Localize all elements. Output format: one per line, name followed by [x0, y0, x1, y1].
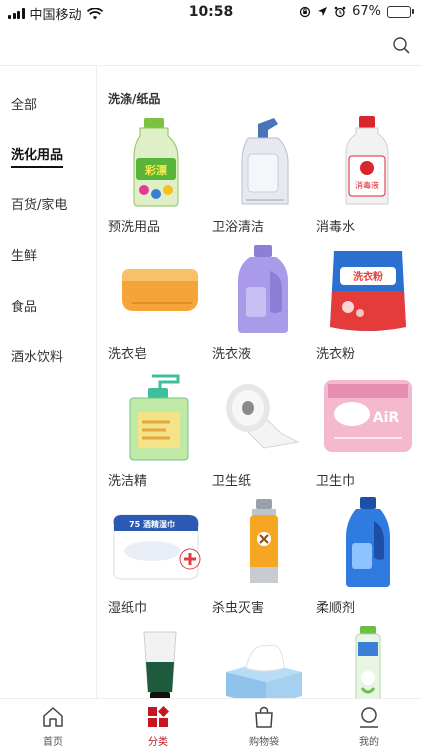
section-title: 洗涤/纸品 — [108, 92, 161, 106]
alarm-clock-icon — [334, 6, 346, 17]
product-label: 预洗用品 — [108, 220, 161, 235]
product-label: 洗衣粉 — [316, 347, 356, 362]
product-label: 卫浴清洁 — [212, 220, 265, 235]
tab-label: 我的 — [359, 737, 379, 748]
status-right: 67% — [299, 4, 414, 19]
product-tile-prewash[interactable]: 彩漂 预洗用品 — [108, 114, 212, 242]
sidebar-item-drinks[interactable]: 酒水饮料 — [11, 346, 63, 365]
product-label: 柔顺剂 — [316, 601, 356, 616]
svg-text:消毒液: 消毒液 — [355, 180, 379, 190]
tab-label: 首页 — [43, 737, 63, 748]
softener-bottle-icon — [316, 495, 420, 591]
product-tile-toilet-paper[interactable]: 卫生纸 — [212, 368, 316, 496]
sanitary-pad-icon: AiR — [316, 368, 420, 464]
product-tile-sanitary-pad[interactable]: AiR 卫生巾 — [316, 368, 420, 496]
profile-icon — [360, 707, 378, 728]
location-arrow-icon — [318, 7, 328, 16]
rotation-lock-icon — [299, 6, 311, 17]
sidebar-item-all[interactable]: 全部 — [11, 94, 37, 113]
product-tile-insecticide[interactable]: 杀虫灭害 — [212, 495, 316, 623]
tab-category[interactable]: 分类 — [118, 699, 198, 750]
product-label: 洗衣皂 — [108, 347, 148, 362]
product-label: 卫生巾 — [316, 474, 356, 489]
sidebar-item-fresh-food[interactable]: 生鲜 — [11, 245, 37, 264]
dish-soap-icon — [108, 368, 212, 464]
air-freshener-icon — [316, 622, 420, 698]
product-tile-toilet-cleaner[interactable]: 卫浴清洁 — [212, 114, 316, 242]
tube-icon — [108, 622, 212, 698]
sidebar-item-toiletries[interactable]: 洗化用品 — [11, 144, 64, 168]
svg-text:AiR: AiR — [373, 410, 400, 426]
product-tile-laundry-liquid[interactable]: 洗衣液 — [212, 241, 316, 369]
product-label: 湿纸巾 — [108, 601, 148, 616]
bottom-tab-bar: 首页 分类 购物袋 我的 — [0, 698, 422, 750]
toilet-cleaner-icon — [212, 114, 316, 210]
insecticide-spray-icon — [212, 495, 316, 591]
prewash-bottle-icon: 彩漂 — [108, 114, 212, 210]
shopping-bag-icon — [255, 706, 273, 728]
product-tile-laundry-powder[interactable]: 洗衣粉 洗衣粉 — [316, 241, 420, 369]
tissue-box-icon — [212, 622, 316, 698]
svg-text:彩漂: 彩漂 — [144, 163, 167, 177]
category-sidebar: 全部 洗化用品 百货/家电 生鲜 食品 酒水饮料 — [0, 66, 97, 698]
svg-text:75 酒精湿巾: 75 酒精湿巾 — [129, 519, 175, 529]
product-tile-disinfectant[interactable]: 消毒液 消毒水 — [316, 114, 420, 242]
disinfectant-bottle-icon: 消毒液 — [316, 114, 420, 210]
sidebar-item-household-appliances[interactable]: 百货/家电 — [11, 194, 67, 213]
product-label: 洗洁精 — [108, 474, 148, 489]
toilet-paper-icon — [212, 368, 316, 464]
svg-text:洗衣粉: 洗衣粉 — [353, 270, 383, 283]
product-tile-tissue-box[interactable] — [212, 622, 316, 698]
product-label: 洗衣液 — [212, 347, 252, 362]
wet-wipes-icon: 75 酒精湿巾 — [108, 495, 212, 591]
tab-label: 购物袋 — [249, 737, 279, 748]
product-tile-wet-wipes[interactable]: 75 酒精湿巾 湿纸巾 — [108, 495, 212, 623]
laundry-soap-icon — [108, 241, 212, 337]
category-grid-icon — [148, 706, 169, 727]
product-grid-area: 洗涤/纸品 彩漂 预洗用品 卫浴清洁 消毒液 消毒水 洗衣皂 洗衣液 洗衣粉 洗… — [98, 66, 422, 698]
tab-profile[interactable]: 我的 — [329, 699, 409, 750]
home-icon — [43, 707, 63, 727]
laundry-liquid-icon — [212, 241, 316, 337]
product-tile-tube[interactable] — [108, 622, 212, 698]
product-tile-softener[interactable]: 柔顺剂 — [316, 495, 420, 623]
product-tile-air-freshener[interactable] — [316, 622, 420, 698]
search-icon[interactable] — [390, 34, 412, 56]
sidebar-item-food[interactable]: 食品 — [11, 296, 37, 315]
status-bar: 中国移动 10:58 67% — [0, 0, 422, 24]
battery-percent: 67% — [352, 4, 381, 19]
top-header — [0, 24, 422, 66]
tab-shopping-bag[interactable]: 购物袋 — [224, 699, 304, 750]
product-tile-laundry-soap[interactable]: 洗衣皂 — [108, 241, 212, 369]
battery-icon — [387, 5, 414, 18]
product-tile-dish-soap[interactable]: 洗洁精 — [108, 368, 212, 496]
product-label: 杀虫灭害 — [212, 601, 265, 616]
tab-label: 分类 — [148, 737, 168, 748]
product-label: 卫生纸 — [212, 474, 252, 489]
laundry-powder-icon: 洗衣粉 — [316, 241, 420, 337]
tab-home[interactable]: 首页 — [13, 699, 93, 750]
product-label: 消毒水 — [316, 220, 356, 235]
